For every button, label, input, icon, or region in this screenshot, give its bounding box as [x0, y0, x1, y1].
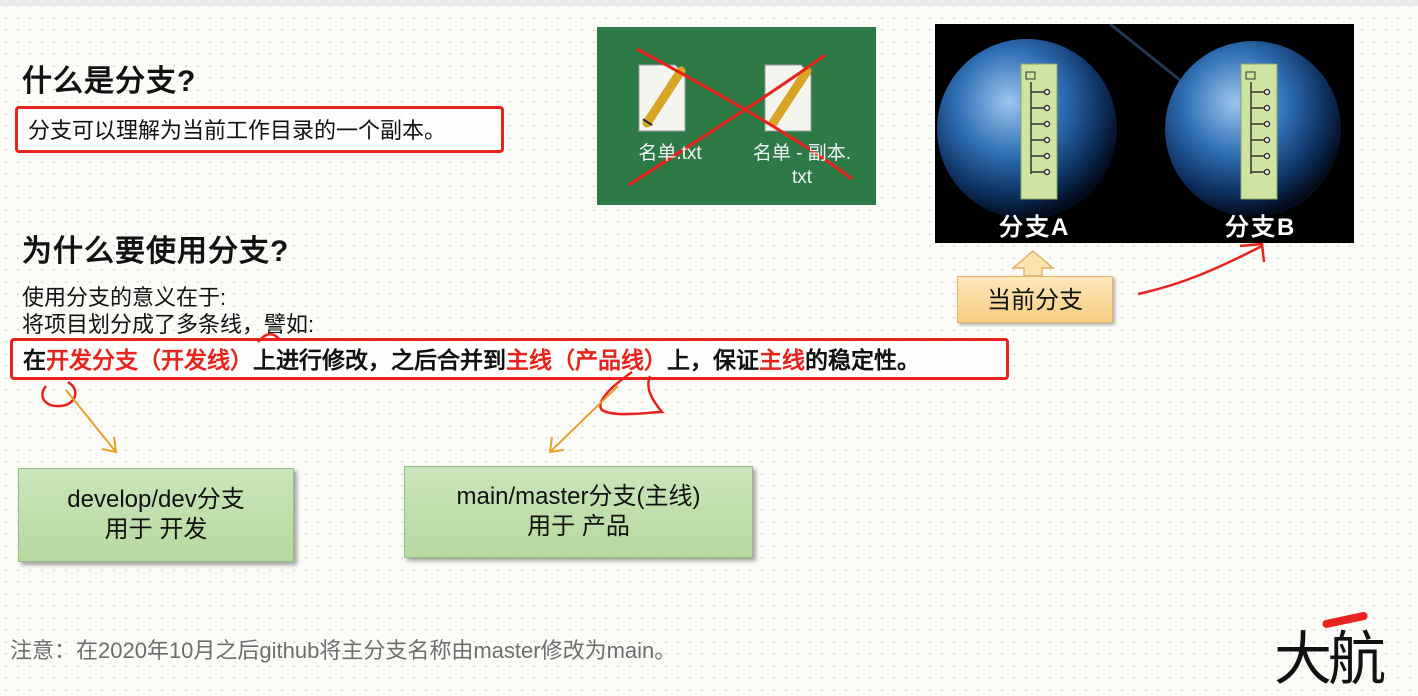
orange-line-dev	[65, 389, 117, 453]
develop-branch-box: develop/dev分支 用于 开发	[18, 468, 294, 562]
main-branch-box: main/master分支(主线) 用于 产品	[404, 466, 753, 558]
main-branch-usage: 用于 产品	[527, 513, 630, 540]
develop-branch-usage: 用于 开发	[104, 516, 208, 543]
red-pointer-arrow	[1137, 244, 1263, 296]
red-tick	[257, 332, 281, 343]
up-arrow-icon	[1010, 250, 1056, 277]
current-branch-box: 当前分支	[957, 276, 1113, 323]
main-branch-title: main/master分支(主线)	[456, 483, 701, 510]
brand-logo: 大航	[1274, 625, 1386, 693]
footnote: 注意：在2020年10月之后github将主分支名称由master修改为main…	[10, 638, 677, 663]
annotation-overlay	[41, 242, 1266, 454]
orange-line-main	[549, 385, 619, 453]
develop-branch-title: develop/dev分支	[67, 486, 245, 513]
